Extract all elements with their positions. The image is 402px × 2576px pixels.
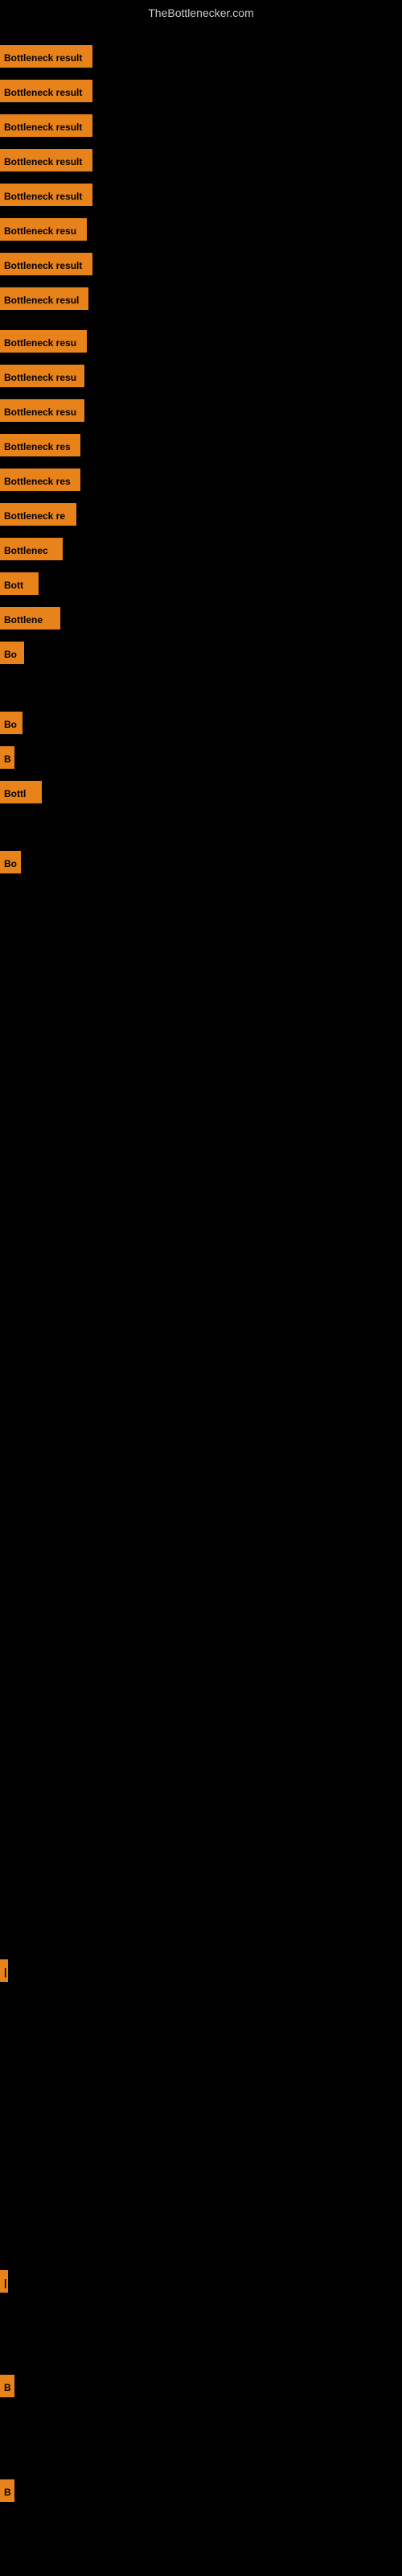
bottleneck-result-badge[interactable]: Bottleneck res <box>0 434 80 456</box>
bottleneck-result-badge[interactable]: Bo <box>0 642 24 664</box>
bottleneck-result-badge[interactable]: Bottleneck resu <box>0 365 84 387</box>
bottleneck-result-badge[interactable]: Bottleneck resu <box>0 218 87 241</box>
bottleneck-result-badge[interactable]: Bottleneck re <box>0 503 76 526</box>
bottleneck-result-badge[interactable]: Bottleneck result <box>0 45 92 68</box>
site-title: TheBottlenecker.com <box>0 6 402 19</box>
bottleneck-result-badge[interactable]: Bottleneck resu <box>0 330 87 353</box>
bottleneck-result-badge[interactable]: Bottleneck result <box>0 114 92 137</box>
bottleneck-result-badge[interactable]: Bottleneck result <box>0 80 92 102</box>
bottleneck-result-badge[interactable]: Bo <box>0 712 23 734</box>
bottleneck-result-badge[interactable]: Bottleneck result <box>0 253 92 275</box>
bottleneck-result-badge[interactable]: Bottlene <box>0 607 60 630</box>
bottleneck-result-badge[interactable]: | <box>0 2270 8 2293</box>
bottleneck-result-badge[interactable]: Bottleneck resu <box>0 399 84 422</box>
bottleneck-result-badge[interactable]: Bottleneck result <box>0 184 92 206</box>
bottleneck-result-badge[interactable]: B <box>0 746 14 769</box>
bottleneck-result-badge[interactable]: B <box>0 2375 14 2397</box>
bottleneck-result-badge[interactable]: Bottleneck res <box>0 469 80 491</box>
bottleneck-result-badge[interactable]: Bottl <box>0 781 42 803</box>
bottleneck-result-badge[interactable]: Bottleneck result <box>0 149 92 171</box>
bottleneck-result-badge[interactable]: Bo <box>0 851 21 873</box>
bottleneck-result-badge[interactable]: B <box>0 2479 14 2502</box>
bottleneck-result-badge[interactable]: Bottlenec <box>0 538 63 560</box>
bottleneck-result-badge[interactable]: Bott <box>0 572 39 595</box>
bottleneck-result-badge[interactable]: | <box>0 1959 8 1982</box>
bottleneck-result-badge[interactable]: Bottleneck resul <box>0 287 88 310</box>
